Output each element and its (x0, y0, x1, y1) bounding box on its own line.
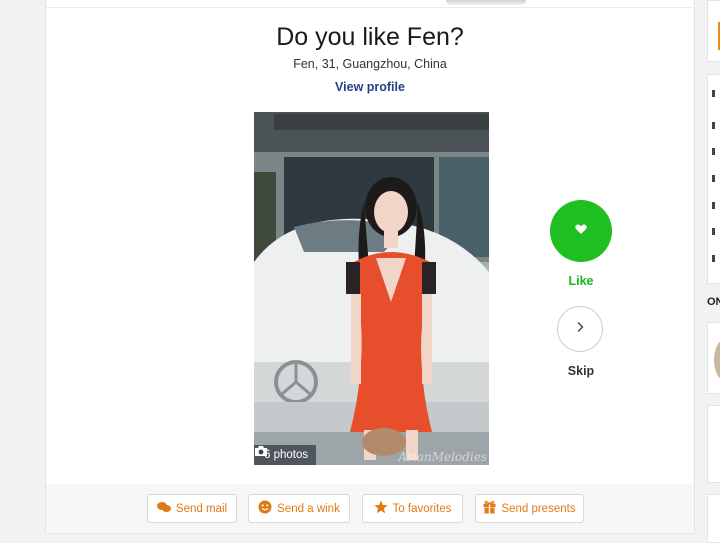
match-subtitle: Fen, 31, Guangzhou, China (293, 57, 447, 71)
send-presents-button[interactable]: Send presents (475, 494, 584, 523)
skip-button[interactable] (557, 306, 603, 352)
match-title: Do you like Fen? (276, 23, 464, 51)
photo-watermark: AsianMelodies (398, 450, 487, 464)
match-card: Do you like Fen? Fen, 31, Guangzhou, Chi… (45, 0, 695, 534)
like-label[interactable]: Like (541, 274, 621, 288)
list-bullet (712, 255, 715, 262)
view-profile-link[interactable]: View profile (46, 80, 694, 94)
top-decoration (446, 0, 526, 5)
action-bar: Send mail Send a wink To favorites Send … (46, 484, 694, 533)
divider (46, 7, 694, 8)
skip-label[interactable]: Skip (541, 364, 621, 378)
profile-photo-image (254, 112, 489, 465)
chevron-right-icon (575, 320, 585, 338)
photo-count-badge[interactable]: 6 photos (254, 445, 317, 465)
send-mail-button[interactable]: Send mail (147, 494, 237, 523)
list-bullet (712, 228, 715, 235)
list-bullet (712, 90, 715, 97)
online-heading: ON (707, 296, 720, 308)
like-button[interactable] (550, 200, 612, 262)
list-bullet (712, 175, 715, 182)
sidebar-user-card[interactable] (707, 405, 720, 483)
heart-icon (575, 222, 587, 240)
star-icon (373, 500, 388, 517)
to-favorites-label: To favorites (392, 502, 452, 515)
send-wink-label: Send a wink (277, 502, 340, 515)
to-favorites-button[interactable]: To favorites (362, 494, 463, 523)
right-sidebar (707, 0, 720, 543)
photo-count-label: 6 photos (264, 449, 309, 461)
list-bullet (712, 202, 715, 209)
gift-icon (483, 500, 496, 517)
mail-icon (156, 501, 171, 516)
send-wink-button[interactable]: Send a wink (248, 494, 350, 523)
send-mail-label: Send mail (175, 502, 228, 515)
sidebar-user-card[interactable] (707, 494, 720, 543)
send-presents-label: Send presents (501, 502, 576, 515)
smile-icon (258, 500, 272, 517)
list-bullet (712, 148, 715, 155)
profile-photo[interactable]: 6 photos AsianMelodies (254, 112, 489, 465)
list-bullet (712, 122, 715, 129)
